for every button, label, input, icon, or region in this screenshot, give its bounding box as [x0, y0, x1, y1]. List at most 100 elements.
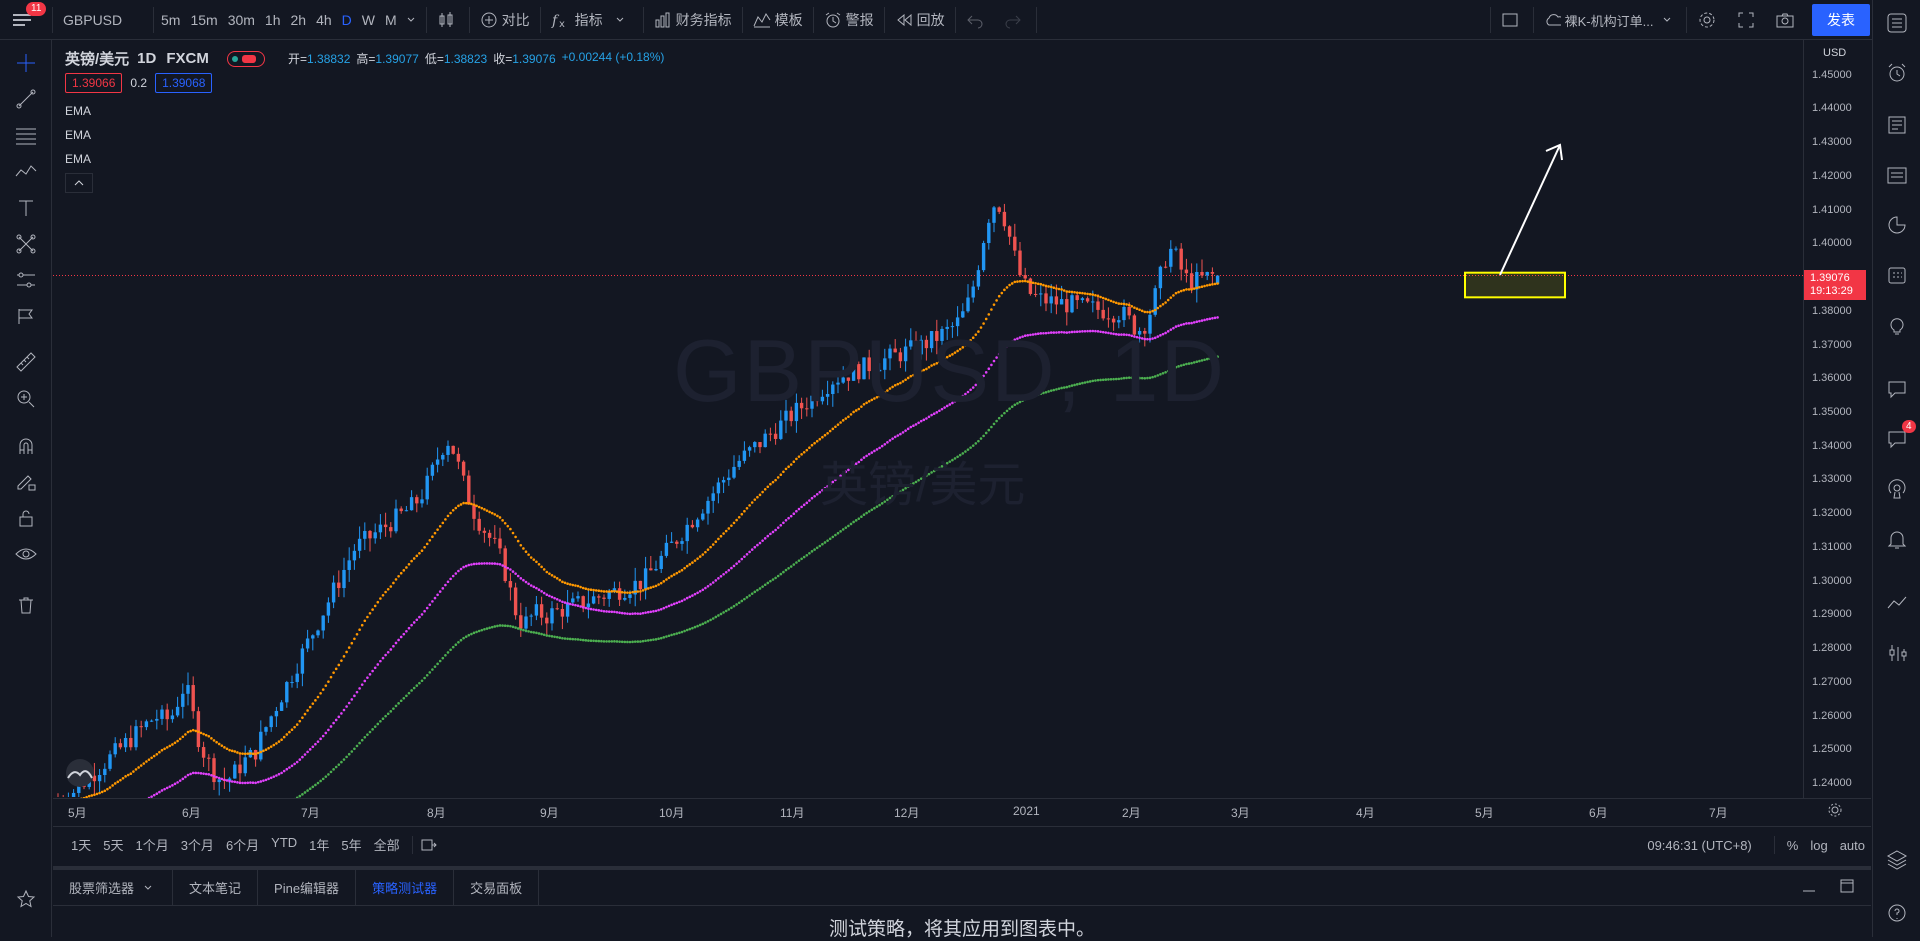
data-window-button[interactable]: [1884, 162, 1910, 188]
streams-button[interactable]: [1884, 476, 1910, 502]
crosshair-tool[interactable]: [13, 50, 39, 76]
fullscreen-layout-button[interactable]: [1493, 0, 1531, 40]
interval-1h[interactable]: 1h: [260, 0, 286, 40]
watchlist-button[interactable]: [1884, 10, 1910, 36]
indicator-ema-3[interactable]: EMA: [65, 152, 91, 166]
bottom-tab-3[interactable]: 策略测试器: [356, 870, 454, 906]
financials-button[interactable]: 财务指标: [646, 0, 740, 40]
bottom-tab-1[interactable]: 文本笔记: [173, 870, 258, 906]
market-status-toggle[interactable]: [227, 51, 265, 67]
replay-button[interactable]: 回放: [887, 0, 953, 40]
interval-D[interactable]: D: [337, 0, 357, 40]
undo-button[interactable]: [958, 0, 996, 40]
log-scale-toggle[interactable]: log: [1810, 838, 1827, 853]
sell-button[interactable]: 1.39066: [65, 73, 122, 93]
messages-button[interactable]: 4: [1884, 426, 1910, 452]
range-1[interactable]: 5天: [97, 835, 129, 854]
interval-2h[interactable]: 2h: [286, 0, 312, 40]
settings-button[interactable]: [1689, 0, 1729, 40]
range-4[interactable]: 6个月: [220, 835, 265, 854]
hotlist-button[interactable]: [1884, 212, 1910, 238]
icons-tool[interactable]: [13, 303, 39, 329]
range-7[interactable]: 5年: [335, 835, 367, 854]
calendar-button[interactable]: [1884, 262, 1910, 288]
right-sidebar: 4: [1872, 0, 1920, 937]
auto-scale-toggle[interactable]: auto: [1840, 838, 1865, 853]
buy-button[interactable]: 1.39068: [155, 73, 212, 93]
ideas-button[interactable]: [1884, 312, 1910, 338]
redo-button[interactable]: [996, 0, 1034, 40]
symbol-name[interactable]: 英镑/美元: [65, 48, 129, 69]
range-8[interactable]: 全部: [368, 835, 406, 854]
range-3[interactable]: 3个月: [175, 835, 220, 854]
indicator-ema-2[interactable]: EMA: [65, 128, 91, 142]
trendline-tool[interactable]: [13, 86, 39, 112]
fullscreen-button[interactable]: [1729, 0, 1767, 40]
goto-date-icon[interactable]: [419, 836, 437, 854]
range-0[interactable]: 1天: [65, 835, 97, 854]
interval-M[interactable]: M: [380, 0, 402, 40]
indicators-button[interactable]: fx 指标: [543, 0, 641, 40]
interval-4h[interactable]: 4h: [311, 0, 337, 40]
layers-button[interactable]: [1884, 846, 1910, 872]
ema-mid-line-point: [231, 780, 234, 783]
ema-mid-line-point: [395, 642, 398, 645]
lock-drawings-tool[interactable]: [13, 505, 39, 531]
forecast-tool[interactable]: [13, 267, 39, 293]
screener-button[interactable]: [1884, 590, 1910, 616]
help-button[interactable]: [1884, 900, 1910, 926]
clock[interactable]: 09:46:31 (UTC+8): [1647, 838, 1751, 853]
bottom-tab-4[interactable]: 交易面板: [454, 870, 539, 906]
remove-drawings-tool[interactable]: [13, 592, 39, 618]
range-2[interactable]: 1个月: [129, 835, 174, 854]
interval-dropdown[interactable]: [402, 0, 424, 40]
compare-button[interactable]: 对比: [472, 0, 538, 40]
indicator-ema-1[interactable]: EMA: [65, 104, 91, 118]
interval-30m[interactable]: 30m: [223, 0, 260, 40]
price-axis[interactable]: 1.450001.440001.430001.420001.410001.400…: [1803, 40, 1871, 798]
ema-mid-line-point: [910, 426, 913, 429]
pattern-tool[interactable]: [13, 159, 39, 185]
percent-scale-toggle[interactable]: %: [1787, 838, 1799, 853]
chart-type-button[interactable]: [429, 0, 467, 40]
templates-button[interactable]: 模板: [745, 0, 811, 40]
menu-button[interactable]: 11: [0, 0, 50, 40]
ema-slow-line-point: [985, 432, 988, 435]
favorites-tool[interactable]: [13, 886, 39, 912]
fib-tool[interactable]: [13, 123, 39, 149]
interval-15m[interactable]: 15m: [185, 0, 222, 40]
maximize-icon[interactable]: [1839, 878, 1855, 894]
interval-5m[interactable]: 5m: [156, 0, 185, 40]
bottom-tab-0[interactable]: 股票筛选器: [53, 870, 173, 906]
candle-body: [758, 442, 761, 447]
gear-icon[interactable]: [1827, 802, 1843, 818]
ema-slow-line-point: [816, 547, 819, 550]
stay-drawing-tool[interactable]: [13, 469, 39, 495]
magnet-tool[interactable]: [13, 433, 39, 459]
notifications-button[interactable]: [1884, 526, 1910, 552]
news-button[interactable]: [1884, 112, 1910, 138]
ema-fast-line-point: [426, 543, 429, 546]
publish-button[interactable]: 发表: [1812, 4, 1870, 36]
zoom-tool[interactable]: [13, 386, 39, 412]
ruler-tool[interactable]: [13, 349, 39, 375]
dom-button[interactable]: [1884, 640, 1910, 666]
time-axis[interactable]: 5月6月7月8月9月10月11月12月20212月3月4月5月6月7月: [53, 798, 1871, 822]
text-tool[interactable]: [13, 195, 39, 221]
layout-selector[interactable]: 裸K-机构订单...: [1536, 0, 1684, 40]
collapse-legend-button[interactable]: [65, 173, 93, 193]
last-price-tag: 1.39076 19:13:29: [1804, 270, 1866, 300]
range-5[interactable]: YTD: [265, 835, 303, 854]
hide-drawings-tool[interactable]: [13, 541, 39, 567]
alerts-button[interactable]: [1884, 60, 1910, 86]
chats-button[interactable]: [1884, 376, 1910, 402]
snapshot-button[interactable]: [1767, 0, 1807, 40]
alert-button[interactable]: 警报: [816, 0, 882, 40]
bottom-tab-2[interactable]: Pine编辑器: [258, 870, 356, 906]
interval-W[interactable]: W: [357, 0, 380, 40]
symbol-search[interactable]: GBPUSD: [55, 0, 151, 40]
minimize-icon[interactable]: [1801, 878, 1817, 894]
node-tool[interactable]: [13, 231, 39, 257]
ema-fast-line-point: [296, 723, 299, 726]
range-6[interactable]: 1年: [303, 835, 335, 854]
